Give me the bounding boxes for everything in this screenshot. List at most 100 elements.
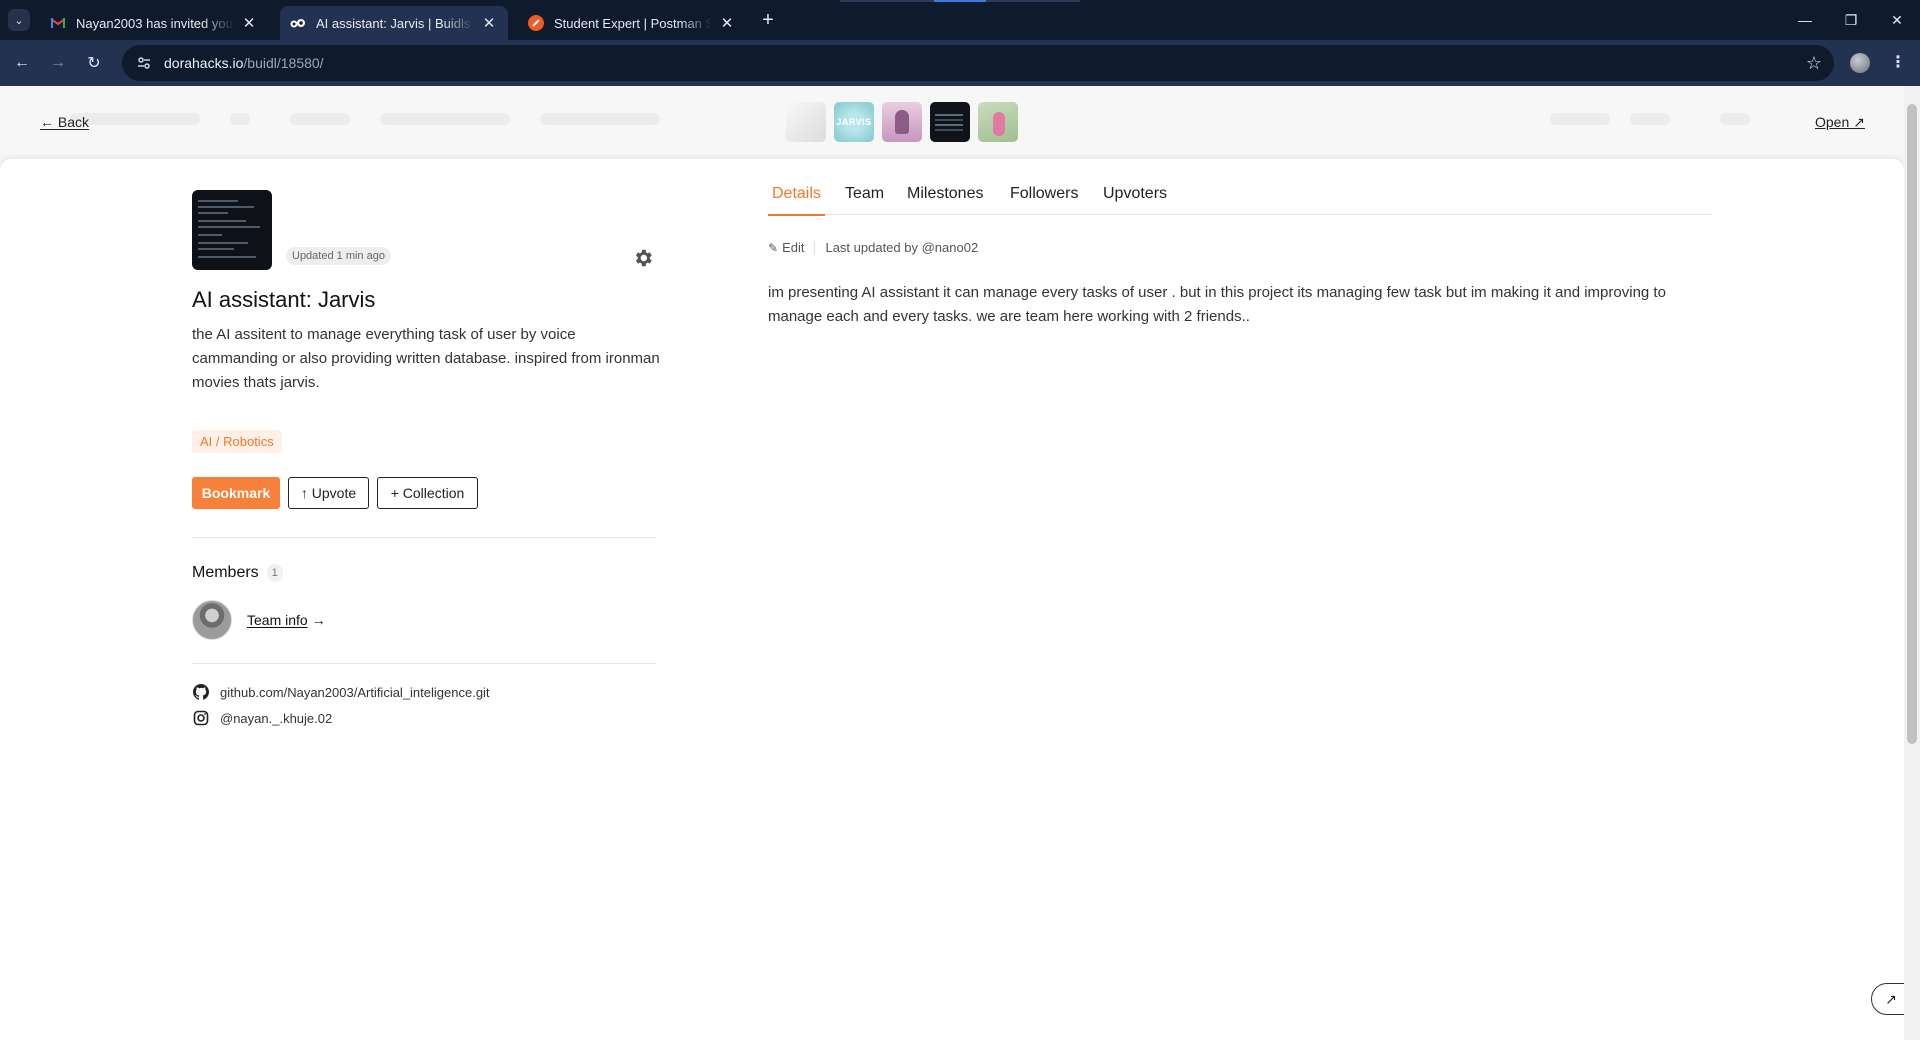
detail-tabs: Details Team Milestones Followers Upvote… [768, 185, 1712, 216]
edit-row: ✎ Edit Last updated by @nano02 [768, 240, 978, 255]
profile-avatar[interactable] [1850, 53, 1870, 73]
close-icon[interactable]: ✕ [240, 14, 258, 32]
gallery-thumbnail[interactable] [930, 102, 970, 142]
tab-milestones[interactable]: Milestones [907, 185, 983, 215]
tab-title: AI assistant: Jarvis | Buidls | DoraHack… [316, 15, 474, 31]
background-nav [230, 113, 250, 125]
tab-followers[interactable]: Followers [1010, 185, 1078, 215]
url-text[interactable]: dorahacks.io/buidl/18580/ [164, 55, 324, 71]
page-scrollbar[interactable] [1904, 86, 1920, 1040]
close-icon[interactable]: ✕ [480, 14, 498, 32]
buidl-detail-panel: Updated 1 min ago AI assistant: Jarvis t… [0, 159, 1904, 1040]
arrow-right-icon: → [311, 612, 326, 628]
share-icon: ↗ [1885, 990, 1897, 1007]
forward-button[interactable]: → [44, 49, 72, 77]
divider [192, 537, 656, 538]
background-nav [1720, 113, 1750, 125]
background-nav [380, 113, 510, 125]
thumbnail-caption: JARVIS [836, 117, 872, 127]
chevron-down-icon: ⌄ [14, 14, 24, 27]
add-collection-button[interactable]: + Collection [377, 477, 478, 509]
updated-badge: Updated 1 min ago [286, 247, 391, 265]
gallery-thumbnail[interactable] [978, 102, 1018, 142]
close-window-button[interactable]: ✕ [1874, 0, 1920, 40]
background-nav [540, 113, 660, 125]
gear-icon [635, 249, 652, 267]
tab-details[interactable]: Details [768, 185, 825, 216]
gallery-thumbnail[interactable] [882, 102, 922, 142]
page-viewport: ← Back JARVIS Open ↗ Updated 1 min ago A… [0, 86, 1904, 1040]
back-button[interactable]: ← [8, 49, 36, 77]
github-link[interactable]: github.com/Nayan2003/Artificial_intelige… [192, 683, 490, 701]
browser-tab-postman[interactable]: Student Expert | Postman Student ✕ [518, 6, 746, 40]
scrollbar-thumb[interactable] [1907, 104, 1917, 744]
pencil-icon[interactable]: ✎ [768, 241, 778, 255]
bookmark-button[interactable]: Bookmark [192, 477, 280, 509]
background-nav [290, 113, 350, 125]
gallery-thumbnail[interactable] [786, 102, 826, 142]
member-avatar[interactable] [192, 600, 232, 640]
url-host: dorahacks.io [164, 55, 244, 71]
reload-icon: ↻ [87, 55, 101, 72]
tab-title: Student Expert | Postman Student [554, 15, 712, 31]
restore-icon: ❐ [1844, 11, 1858, 28]
members-count-badge: 1 [266, 564, 283, 582]
tab-title: Nayan2003 has invited you to join [76, 15, 234, 31]
gallery-thumbnail[interactable]: JARVIS [834, 102, 874, 142]
upvote-button[interactable]: ↑ Upvote [288, 477, 369, 509]
url-path: /buidl/18580/ [243, 55, 324, 71]
browser-toolbar: ← → ↻ dorahacks.io/buidl/18580/ ☆ ⋮ [0, 40, 1920, 86]
drag-strip [840, 0, 1080, 2]
category-tag[interactable]: AI / Robotics [192, 430, 282, 453]
media-gallery: JARVIS [786, 102, 1018, 142]
minimize-button[interactable]: — [1782, 0, 1828, 40]
new-tab-button[interactable]: + [756, 8, 780, 32]
browser-tab-dorahacks[interactable]: AI assistant: Jarvis | Buidls | DoraHack… [280, 6, 508, 40]
instagram-link[interactable]: @nayan._.khuje.02 [192, 709, 332, 727]
share-button[interactable]: ↗ [1871, 983, 1904, 1015]
browser-tab-gmail[interactable]: Nayan2003 has invited you to join ✕ [40, 6, 268, 40]
plus-icon: + [762, 8, 774, 31]
instagram-handle: @nayan._.khuje.02 [220, 710, 333, 726]
browser-tab-strip: ⌄ Nayan2003 has invited you to join ✕ AI… [0, 0, 1920, 40]
minimize-icon: — [1798, 12, 1812, 28]
arrow-left-icon: ← [14, 54, 30, 71]
buidl-header: ← Back JARVIS Open ↗ [0, 86, 1904, 156]
divider [192, 663, 656, 664]
bookmark-star-icon[interactable]: ☆ [1806, 53, 1822, 74]
settings-button[interactable] [632, 247, 654, 269]
github-icon [192, 683, 210, 701]
reload-button[interactable]: ↻ [80, 49, 108, 77]
postman-icon [528, 15, 544, 31]
more-menu-icon[interactable]: ⋮ [1890, 52, 1906, 72]
project-description: the AI assitent to manage everything tas… [192, 326, 660, 391]
gmail-icon [50, 15, 66, 31]
last-updated-text: Last updated by @nano02 [825, 240, 979, 255]
open-link[interactable]: Open ↗ [1815, 114, 1865, 131]
tab-upvoters[interactable]: Upvoters [1103, 185, 1167, 215]
separator [814, 240, 816, 255]
dorahacks-icon [290, 15, 306, 31]
site-settings-icon[interactable] [134, 53, 154, 73]
back-link[interactable]: ← Back [40, 114, 89, 130]
team-info-label: Team info [247, 612, 308, 628]
close-icon[interactable]: ✕ [718, 14, 736, 32]
tab-team[interactable]: Team [845, 185, 884, 215]
team-info-link[interactable]: Team info → [247, 612, 326, 628]
restore-button[interactable]: ❐ [1828, 0, 1874, 40]
details-body: im presenting AI assistant it can manage… [768, 284, 1666, 325]
address-bar[interactable]: dorahacks.io/buidl/18580/ ☆ [122, 45, 1834, 81]
edit-button[interactable]: Edit [782, 240, 804, 255]
github-url: github.com/Nayan2003/Artificial_intelige… [220, 684, 490, 700]
tab-search-button[interactable]: ⌄ [8, 9, 30, 31]
close-icon: ✕ [1891, 11, 1903, 28]
background-nav [70, 113, 200, 125]
project-logo [192, 190, 272, 270]
members-label: Members [192, 564, 259, 581]
background-nav [1550, 113, 1610, 125]
members-heading: Members 1 [192, 564, 283, 582]
background-nav [1630, 113, 1670, 125]
project-title: AI assistant: Jarvis [192, 287, 376, 312]
instagram-icon [192, 709, 210, 727]
open-link-label: Open ↗ [1815, 114, 1865, 130]
